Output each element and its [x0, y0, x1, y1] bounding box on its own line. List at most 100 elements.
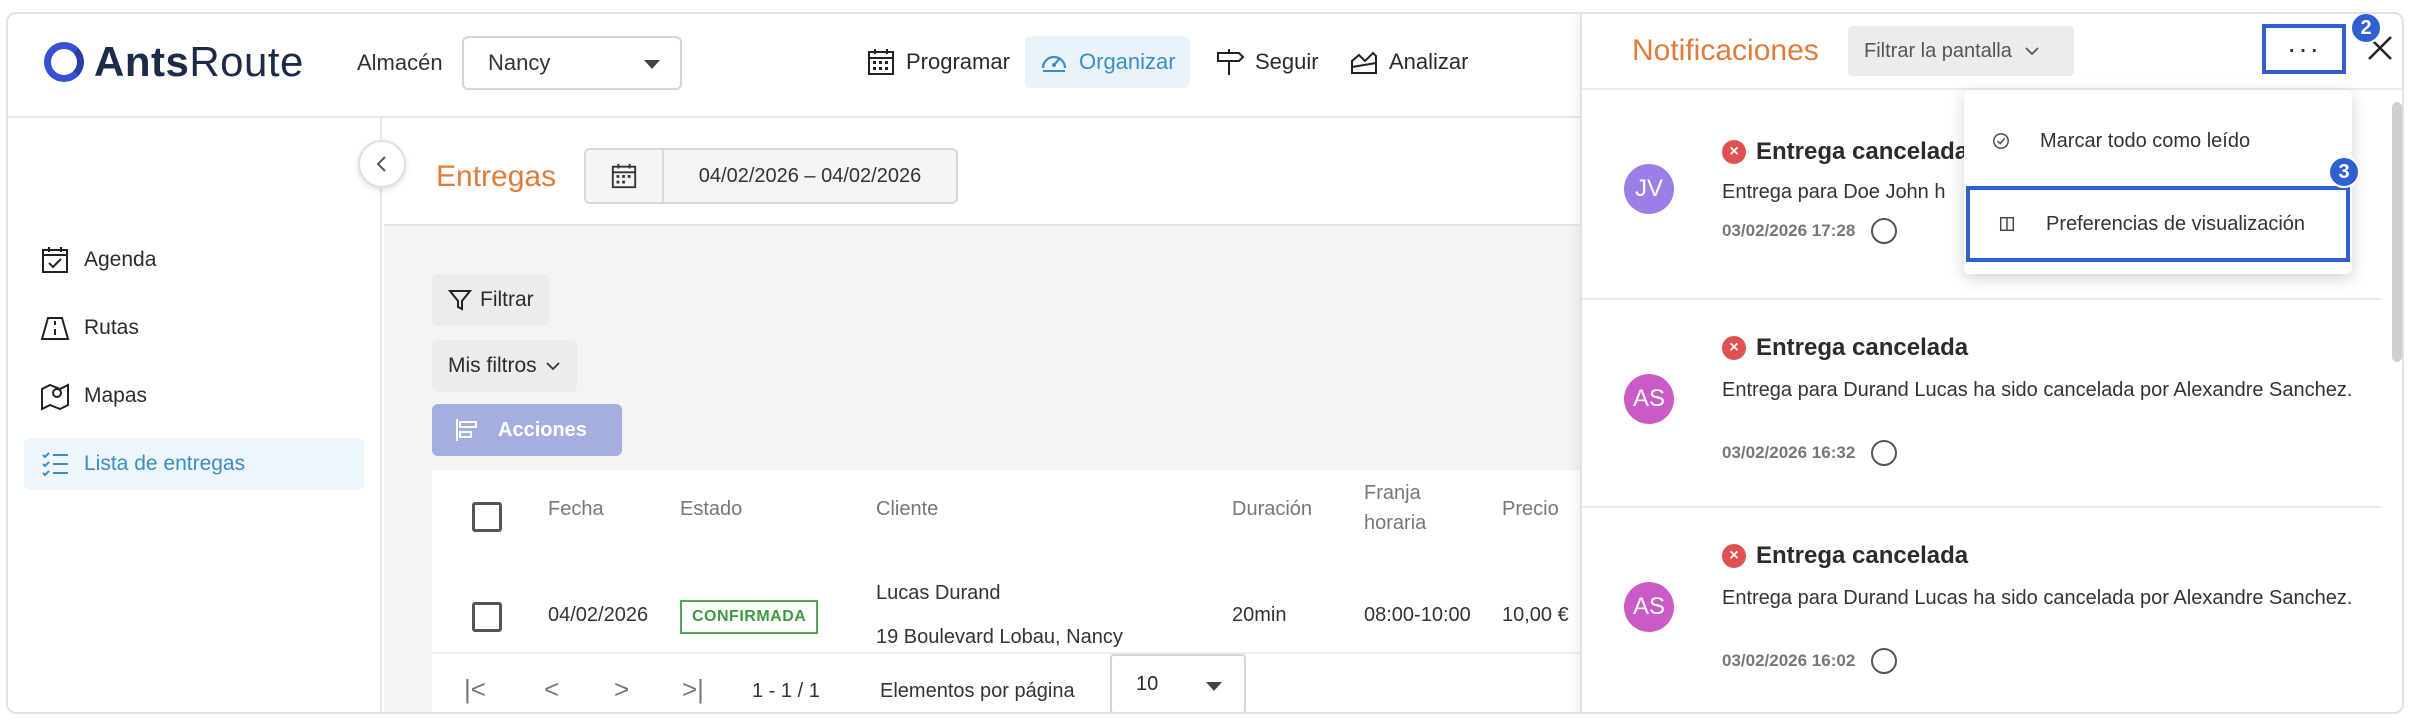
list-check-icon — [42, 452, 68, 477]
notification-item[interactable]: AS × Entrega cancelada Entrega para Dura… — [1582, 508, 2382, 712]
caret-down-icon — [644, 60, 660, 69]
row-cliente-nombre: Lucas Durand — [876, 582, 1001, 604]
mark-read-toggle[interactable] — [1871, 440, 1898, 466]
notification-time: 03/02/2026 16:02 — [1722, 648, 1898, 674]
more-options-icon: ··· — [2287, 33, 2321, 64]
map-pin-icon — [41, 383, 69, 411]
notification-item[interactable]: AS × Entrega cancelada Entrega para Dura… — [1582, 300, 2382, 508]
my-filters-dropdown[interactable]: Mis filtros — [432, 340, 577, 392]
status-badge: CONFIRMADA — [680, 600, 819, 634]
cancel-icon: × — [1722, 544, 1746, 568]
menu-item-label: Marcar todo como leído — [2040, 129, 2251, 152]
notification-time: 03/02/2026 17:28 — [1722, 218, 1898, 244]
sidebar-item-lista-de-entregas[interactable]: Lista de entregas — [24, 438, 364, 490]
row-fecha: 04/02/2026 — [548, 604, 649, 626]
notification-time: 03/02/2026 16:32 — [1722, 440, 1898, 466]
cancel-icon: × — [1722, 140, 1746, 164]
calendar-grid-icon — [868, 49, 894, 75]
notifications-title: Notificaciones — [1632, 34, 1819, 67]
chevron-down-icon — [546, 362, 560, 371]
logo-text: AntsRoute — [94, 38, 304, 85]
antsroute-logo[interactable]: AntsRoute — [44, 38, 304, 86]
column-header-fecha[interactable]: Fecha — [548, 494, 604, 524]
filter-screen-dropdown[interactable]: Filtrar la pantalla — [1848, 26, 2074, 76]
page-title: Entregas — [436, 160, 557, 193]
cancel-icon: × — [1722, 336, 1746, 360]
previous-page-icon[interactable]: < — [544, 674, 559, 705]
sidebar-item-rutas[interactable]: Rutas — [24, 302, 364, 354]
sidebar-item-label: Mapas — [84, 384, 148, 407]
sidebar-item-mapas[interactable]: Mapas — [24, 370, 364, 422]
columns-icon — [1999, 216, 2015, 232]
sidebar-item-label: Rutas — [84, 316, 139, 339]
notifications-header: Notificaciones Filtrar la pantalla ··· — [1582, 14, 2402, 90]
pagination-range: 1 - 1 / 1 — [752, 680, 820, 702]
nav-seguir[interactable]: Seguir — [1201, 36, 1333, 88]
nav-analizar-label: Analizar — [1389, 49, 1469, 74]
gauge-icon — [1041, 55, 1067, 72]
notification-title: × Entrega cancelada — [1722, 334, 1968, 362]
menu-item-display-preferences[interactable]: Preferencias de visualización — [1966, 186, 2350, 262]
row-franja: 08:00-10:00 — [1364, 604, 1471, 626]
main-header: Entregas 04/02/2026 – 04/02/2026 — [384, 118, 1584, 226]
actions-button[interactable]: Acciones — [432, 404, 622, 456]
row-duracion: 20min — [1232, 604, 1287, 626]
my-filters-label: Mis filtros — [448, 354, 537, 377]
column-header-cliente[interactable]: Cliente — [876, 494, 938, 524]
nav-programar-label: Programar — [906, 49, 1010, 74]
column-header-precio[interactable]: Precio — [1502, 494, 1559, 524]
first-page-icon[interactable]: |< — [464, 674, 486, 705]
actions-label: Acciones — [498, 418, 587, 441]
sidebar-item-label: Agenda — [84, 248, 157, 271]
notification-title: × Entrega cancelada — [1722, 138, 1968, 166]
filter-button[interactable]: Filtrar — [432, 274, 550, 326]
notification-text: Entrega para Durand Lucas ha sido cancel… — [1722, 587, 2353, 609]
calendar-icon — [611, 163, 637, 189]
almacen-label: Almacén — [357, 50, 443, 75]
calendar-check-icon — [42, 247, 68, 273]
funnel-icon — [448, 290, 472, 311]
check-circle-icon — [1993, 133, 2009, 149]
pagination-bar: |< < > >| 1 - 1 / 1 Elementos por página… — [432, 652, 1584, 712]
nav-seguir-label: Seguir — [1255, 49, 1319, 74]
more-options-button[interactable]: ··· — [2262, 24, 2346, 74]
sidebar-item-label: Lista de entregas — [84, 452, 246, 475]
chevron-left-icon — [376, 156, 386, 172]
deliveries-content: Filtrar Mis filtros Acciones Fecha Estad… — [384, 226, 1584, 712]
more-options-menu: Marcar todo como leído Preferencias de v… — [1964, 90, 2352, 274]
select-all-checkbox[interactable] — [472, 502, 502, 532]
collapse-sidebar-button[interactable] — [358, 140, 406, 188]
menu-item-label: Preferencias de visualización — [2046, 212, 2306, 235]
caret-down-icon — [1206, 682, 1222, 691]
chevron-down-icon — [2025, 47, 2039, 56]
avatar: AS — [1624, 582, 1674, 632]
sidebar-item-agenda[interactable]: Agenda — [24, 234, 364, 286]
step-marker-2: 2 — [2350, 14, 2382, 44]
almacen-select[interactable]: Nancy — [462, 36, 682, 90]
notifications-scrollbar[interactable] — [2392, 102, 2402, 362]
last-page-icon[interactable]: >| — [682, 674, 704, 705]
column-header-duracion[interactable]: Duración — [1232, 494, 1312, 524]
row-checkbox[interactable] — [472, 602, 502, 632]
nav-programar[interactable]: Programar — [852, 36, 1024, 88]
next-page-icon[interactable]: > — [614, 674, 629, 705]
per-page-label: Elementos por página — [880, 680, 1075, 702]
row-cliente-direccion: 19 Boulevard Lobau, Nancy — [876, 626, 1123, 648]
column-header-estado[interactable]: Estado — [680, 494, 742, 524]
filter-screen-label: Filtrar la pantalla — [1864, 39, 2012, 62]
nav-analizar[interactable]: Analizar — [1335, 36, 1482, 88]
filter-label: Filtrar — [480, 288, 534, 311]
road-icon — [40, 317, 70, 340]
mark-read-toggle[interactable] — [1871, 218, 1898, 244]
date-range-field[interactable]: 04/02/2026 – 04/02/2026 — [662, 148, 958, 204]
per-page-select[interactable]: 10 — [1110, 654, 1246, 712]
date-picker-button[interactable] — [584, 148, 664, 204]
notification-text: Entrega para Durand Lucas ha sido cancel… — [1722, 379, 2353, 401]
column-header-franja[interactable]: Franja horaria — [1364, 478, 1444, 538]
nav-organizar[interactable]: Organizar — [1025, 36, 1190, 88]
menu-item-mark-all-read[interactable]: Marcar todo como leído — [1964, 102, 2352, 180]
avatar: AS — [1624, 374, 1674, 424]
notification-title: × Entrega cancelada — [1722, 542, 1968, 570]
step-marker-3: 3 — [2328, 156, 2360, 188]
mark-read-toggle[interactable] — [1871, 648, 1898, 674]
